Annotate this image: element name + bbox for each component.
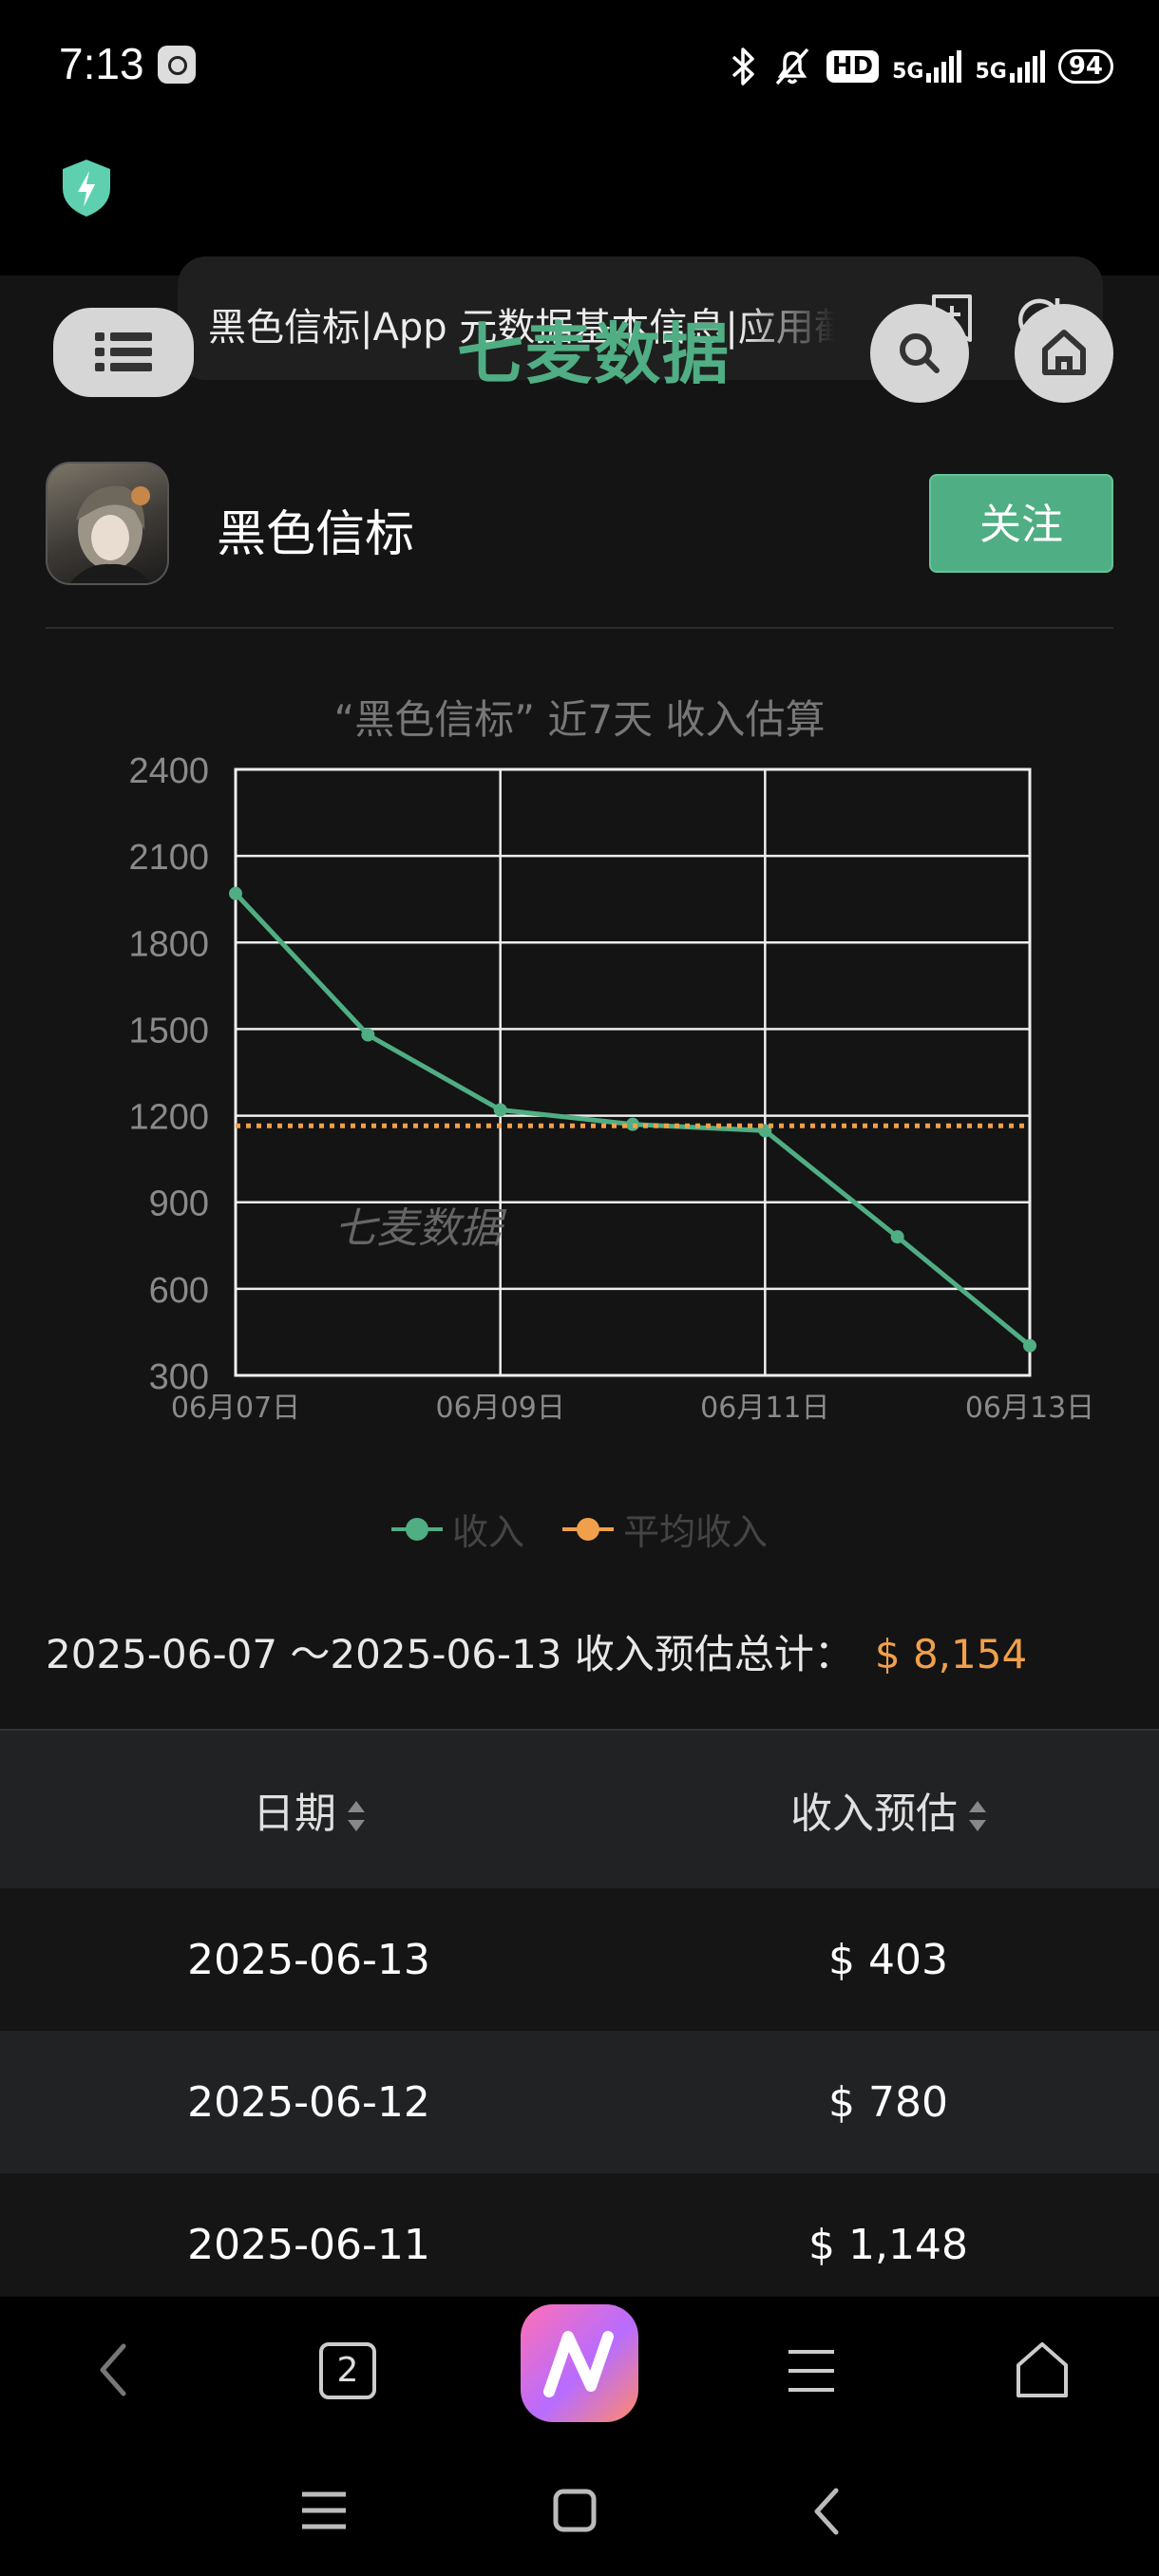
browser-bottom-nav: 2 — [0, 2297, 1159, 2449]
y-tick-label: 900 — [149, 1184, 209, 1224]
y-tick-label: 2100 — [128, 838, 209, 878]
legend-label-revenue: 收入 — [451, 1511, 524, 1553]
bluetooth-icon — [732, 47, 754, 85]
cell-revenue: $ 1,148 — [808, 2220, 968, 2269]
site-logo[interactable]: 七麦数据 — [446, 312, 741, 397]
shield-icon[interactable] — [59, 158, 114, 218]
x-tick-label: 06月07日 — [171, 1392, 300, 1425]
cell-revenue: $ 403 — [828, 1935, 948, 1984]
x-tick-label: 06月09日 — [435, 1392, 564, 1425]
table-header: 日期 收入预估 — [0, 1729, 1159, 1888]
status-bar: 7:13 HD 5G 5G 94 — [0, 0, 1159, 133]
total-amount: $ 8,154 — [874, 1631, 1028, 1677]
follow-button[interactable]: 关注 — [929, 474, 1113, 573]
x-axis-labels: 06月07日 06月09日 06月11日 06月13日 — [171, 1392, 1094, 1425]
back-icon[interactable] — [95, 2339, 133, 2401]
signal-2: 5G — [975, 50, 1045, 83]
sort-icon[interactable] — [348, 1797, 365, 1835]
home-icon — [1042, 330, 1086, 375]
app-avatar-art — [69, 485, 151, 583]
app-name: 黑色信标 — [217, 506, 415, 563]
recents-icon[interactable] — [300, 2489, 348, 2532]
status-icons: HD 5G 5G 94 — [730, 38, 1113, 95]
column-header-date[interactable]: 日期 — [0, 1779, 618, 1840]
home-square-icon[interactable] — [553, 2489, 597, 2532]
home-button[interactable] — [1015, 304, 1113, 403]
revenue-point — [493, 1103, 507, 1117]
table-row: 2025-06-11 $ 1,148 — [0, 2173, 1159, 2316]
y-tick-label: 1200 — [128, 1098, 209, 1138]
mute-bell-icon — [775, 47, 809, 85]
cell-date: 2025-06-13 — [187, 1935, 430, 1984]
revenue-point — [229, 886, 242, 900]
app-icon[interactable] — [46, 462, 169, 585]
divider — [46, 627, 1113, 629]
x-tick-label: 06月11日 — [700, 1392, 829, 1425]
back-icon[interactable] — [809, 2485, 844, 2538]
revenue-point — [890, 1230, 904, 1244]
y-tick-label: 2400 — [128, 751, 209, 791]
table-row: 2025-06-12 $ 780 — [0, 2031, 1159, 2173]
revenue-table: 日期 收入预估 2025-06-13 $ 403 2025-06-12 $ 78… — [0, 1729, 1159, 2316]
legend-label-average: 平均收入 — [623, 1511, 769, 1553]
table-row: 2025-06-13 $ 403 — [0, 1888, 1159, 2031]
y-tick-label: 1500 — [128, 1011, 209, 1051]
y-axis-labels: 24002100180015001200900600300 — [128, 751, 209, 1397]
hamburger-menu-icon[interactable] — [785, 2344, 838, 2397]
hd-badge: HD — [826, 50, 880, 83]
legend-item-average[interactable]: 平均收入 — [562, 1503, 768, 1555]
x-tick-label: 06月13日 — [965, 1392, 1094, 1425]
y-tick-label: 600 — [149, 1271, 209, 1311]
legend-item-revenue[interactable]: 收入 — [390, 1503, 524, 1555]
plot-area — [234, 767, 1032, 1377]
cell-revenue: $ 780 — [828, 2077, 948, 2127]
sort-icon[interactable] — [969, 1797, 986, 1835]
revenue-point — [361, 1028, 375, 1042]
menu-button[interactable] — [53, 308, 194, 397]
chart-watermark: 七麦数据 — [334, 1204, 507, 1253]
browser-ai-button[interactable] — [521, 2304, 638, 2422]
nfc-icon — [158, 46, 196, 84]
list-menu-icon — [95, 332, 152, 371]
home-icon[interactable] — [1013, 2339, 1072, 2401]
search-button[interactable] — [870, 304, 969, 403]
total-label: 2025-06-07 ～2025-06-13 收入预估总计： — [46, 1631, 854, 1677]
revenue-line-chart: 24002100180015001200900600300 06月07日 06月0… — [128, 751, 1094, 1425]
column-header-revenue[interactable]: 收入预估 — [618, 1779, 1159, 1840]
revenue-total-summary: 2025-06-07 ～2025-06-13 收入预估总计： $ 8,154 — [46, 1622, 1027, 1680]
revenue-point — [1023, 1338, 1036, 1353]
search-icon — [900, 333, 940, 373]
chart-grid — [234, 767, 1032, 1377]
tabs-button[interactable]: 2 — [319, 2342, 376, 2399]
status-time: 7:13 — [59, 39, 144, 88]
battery-indicator: 94 — [1057, 49, 1113, 84]
ai-logo-icon — [543, 2331, 614, 2397]
cell-date: 2025-06-12 — [187, 2077, 430, 2127]
chart-legend: 收入 平均收入 — [0, 1503, 1159, 1555]
system-navigation-bar — [0, 2449, 1159, 2576]
cell-date: 2025-06-11 — [187, 2220, 430, 2269]
y-tick-label: 1800 — [128, 924, 209, 964]
signal-1: 5G — [892, 50, 962, 83]
browser-toolbar: 黑色信标|App 元数据基本信息|应用截 — [0, 133, 1159, 380]
